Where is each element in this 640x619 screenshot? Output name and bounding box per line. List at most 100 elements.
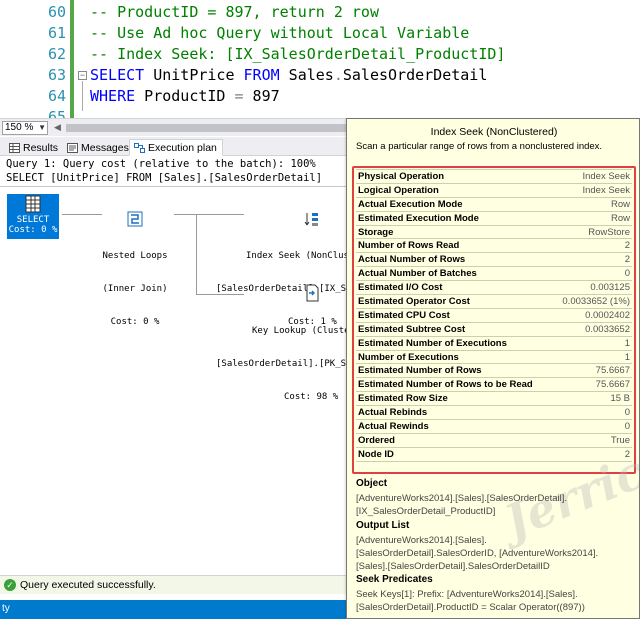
property-label: Node ID <box>358 448 394 460</box>
tooltip-property-row: Actual Execution Mode Row <box>356 198 632 212</box>
line-number-gutter: 60 61 62 63 64 65 <box>0 0 68 118</box>
tooltip-property-table: Physical Operation Index Seek Logical Oper… <box>356 169 632 462</box>
property-value: 0.0033652 <box>585 323 630 335</box>
property-label: Number of Executions <box>358 351 459 363</box>
code-line-select[interactable]: SELECT UnitPrice FROM Sales.SalesOrderDe… <box>90 66 487 84</box>
property-label: Estimated Number of Rows <box>358 365 482 377</box>
property-label: Number of Rows Read <box>358 240 460 252</box>
property-value: 15 B <box>610 393 630 405</box>
keyword-select: SELECT <box>90 66 145 84</box>
identifier: UnitPrice <box>144 66 244 84</box>
tooltip-property-row: Estimated CPU Cost 0.0002402 <box>356 309 632 323</box>
plan-node-nested-loops[interactable]: Nested Loops (Inner Join) Cost: 0 % <box>96 189 174 350</box>
tooltip-object-line: [AdventureWorks2014].[Sales].[SalesOrder… <box>356 493 568 504</box>
tooltip-property-row: Estimated Execution Mode Row <box>356 212 632 226</box>
tab-execution-plan[interactable]: Execution plan <box>129 139 223 156</box>
scroll-left-icon[interactable]: ◀ <box>54 122 61 133</box>
status-bar-text: ty <box>2 603 10 614</box>
key-lookup-icon <box>306 284 319 302</box>
nested-loops-icon <box>127 211 143 227</box>
execution-plan-icon <box>134 142 145 153</box>
property-value: 0.003125 <box>590 282 630 294</box>
chevron-down-icon: ▼ <box>38 123 46 132</box>
line-number: 62 <box>47 45 66 63</box>
property-label: Physical Operation <box>358 171 445 182</box>
property-label: Estimated CPU Cost <box>358 309 450 321</box>
horizontal-scrollbar-thumb[interactable] <box>66 124 346 132</box>
property-label: Actual Rebinds <box>358 407 428 419</box>
code-line-comment[interactable]: -- Use Ad hoc Query without Local Variab… <box>90 24 469 42</box>
property-value: 0.0002402 <box>585 309 630 321</box>
property-value: Index Seek <box>582 184 630 196</box>
property-label: Actual Number of Batches <box>358 268 477 280</box>
property-value: 75.6667 <box>595 365 630 377</box>
property-value: 75.6667 <box>595 379 630 391</box>
keyword-where: WHERE <box>90 87 136 105</box>
property-label: Logical Operation <box>358 184 439 196</box>
literal: 897 <box>243 87 280 105</box>
node-cost: Cost: 0 % <box>110 317 160 327</box>
tooltip-property-row: Physical Operation Index Seek <box>356 170 632 184</box>
property-label: Actual Execution Mode <box>358 198 463 210</box>
identifier: ProductID <box>135 87 235 105</box>
property-label: Ordered <box>358 434 395 446</box>
operator: . <box>333 66 343 84</box>
select-operator-icon <box>25 195 41 213</box>
checkmark-icon: ✓ <box>4 579 16 591</box>
property-label: Estimated Number of Executions <box>358 337 507 349</box>
code-line-where[interactable]: WHERE ProductID = 897 <box>90 87 280 105</box>
plan-connector <box>196 214 197 294</box>
status-message: Query executed successfully. <box>20 579 156 591</box>
node-label: SELECT <box>16 215 50 225</box>
property-value: 0 <box>624 421 630 433</box>
tooltip-output-title: Output List <box>356 520 410 531</box>
plan-query-cost: Query 1: Query cost (relative to the bat… <box>6 158 316 170</box>
tooltip-property-row: Number of Executions 1 <box>356 351 632 365</box>
tooltip-seek-title: Seek Predicates <box>356 574 433 585</box>
property-label: Estimated Subtree Cost <box>358 323 466 335</box>
property-value: 0 <box>624 268 630 280</box>
tab-results[interactable]: Results <box>4 139 64 156</box>
tab-label: Execution plan <box>148 141 217 154</box>
tooltip-property-row: Estimated Operator Cost 0.0033652 (1%) <box>356 295 632 309</box>
tooltip-seek-line: Seek Keys[1]: Prefix: [AdventureWorks201… <box>356 589 578 600</box>
property-label: Actual Number of Rows <box>358 254 466 266</box>
tooltip-property-row: Estimated Number of Rows to be Read 75.66… <box>356 378 632 393</box>
keyword-from: FROM <box>243 66 280 84</box>
tooltip-object-title: Object <box>356 478 388 489</box>
tooltip-property-row: Actual Rebinds 0 <box>356 406 632 421</box>
property-label: Estimated Row Size <box>358 393 448 405</box>
code-line-comment[interactable]: -- Index Seek: [IX_SalesOrderDetail_Prod… <box>90 45 505 63</box>
identifier: SalesOrderDetail <box>342 66 488 84</box>
plan-node-select[interactable]: SELECT Cost: 0 % <box>7 194 59 239</box>
status-bar: ty <box>0 600 346 619</box>
node-cost: Cost: 0 % <box>8 225 58 235</box>
change-indicator-bar <box>70 0 74 118</box>
code-editor[interactable]: 60 61 62 63 64 65 − -- ProductID = 897, … <box>0 0 640 118</box>
tooltip-seek-line: [SalesOrderDetail].ProductID = Scalar Op… <box>356 602 585 613</box>
operator-tooltip: Index Seek (NonClustered) Scan a particu… <box>346 118 640 619</box>
grid-icon <box>9 142 20 153</box>
property-value: 2 <box>624 240 630 252</box>
tooltip-property-row: Actual Rewinds 0 <box>356 420 632 434</box>
line-number: 63 <box>47 66 66 84</box>
tooltip-property-row: Actual Number of Batches 0 <box>356 267 632 282</box>
zoom-select[interactable]: 150 % ▼ <box>2 121 48 135</box>
line-number: 61 <box>47 24 66 42</box>
code-line-comment[interactable]: -- ProductID = 897, return 2 row <box>90 3 379 21</box>
tooltip-property-row: Actual Number of Rows 2 <box>356 253 632 268</box>
property-label: Actual Rewinds <box>358 421 429 433</box>
tooltip-property-row: Estimated Subtree Cost 0.0033652 <box>356 323 632 337</box>
fold-guide <box>82 81 83 111</box>
property-label: Estimated Execution Mode <box>358 212 479 224</box>
node-sublabel: (Inner Join) <box>102 284 168 294</box>
property-value: 1 <box>624 351 630 363</box>
tooltip-output-line: [AdventureWorks2014].[Sales]. <box>356 535 487 546</box>
property-value: RowStore <box>588 226 630 238</box>
collapse-icon[interactable]: − <box>78 71 87 80</box>
tab-messages[interactable]: Messages <box>62 139 135 156</box>
line-number: 65 <box>47 108 66 118</box>
property-value: Row <box>610 212 630 224</box>
tooltip-property-row: Estimated Row Size 15 B <box>356 392 632 407</box>
messages-icon <box>67 142 78 153</box>
